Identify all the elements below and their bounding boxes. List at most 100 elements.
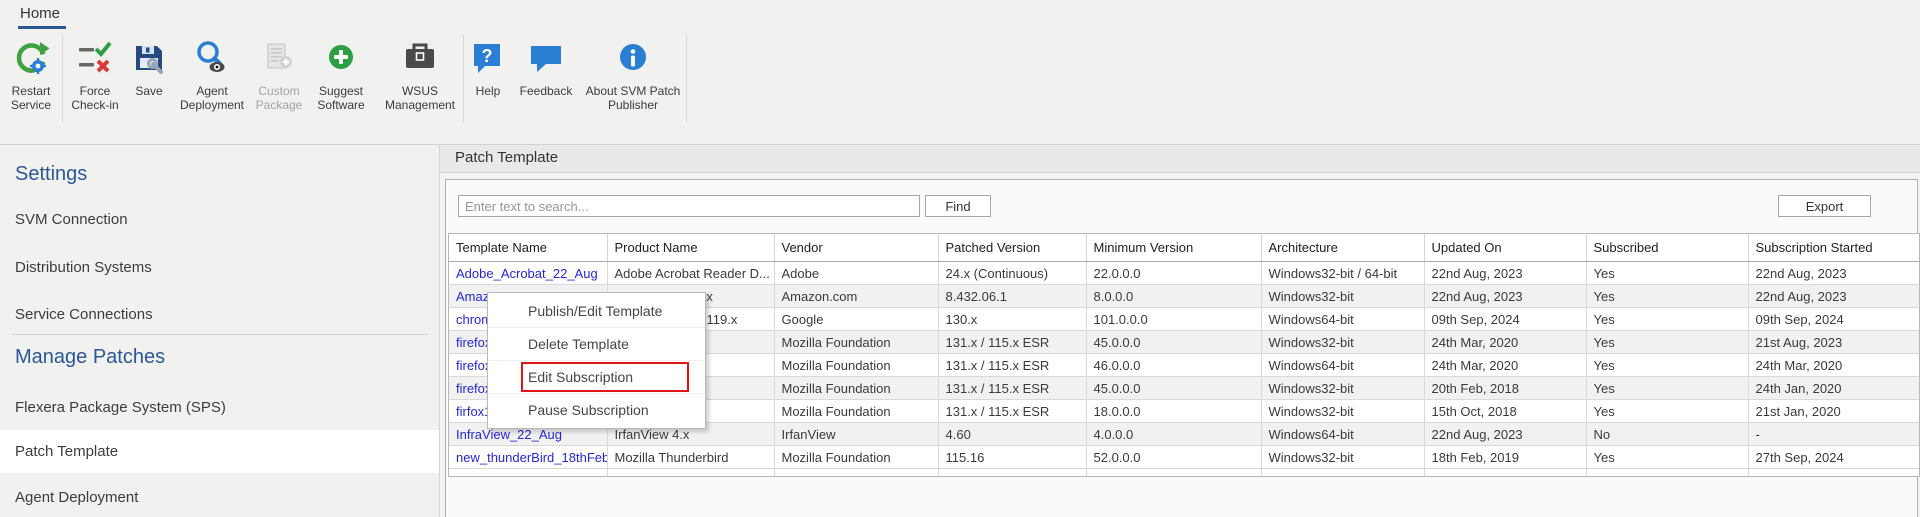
save-icon xyxy=(130,36,168,80)
table-cell: 22.0.0.0 xyxy=(1086,262,1261,285)
suggest-software-button[interactable]: Suggest Software xyxy=(305,30,377,136)
table-cell: Amazon.com xyxy=(774,285,938,308)
wsus-management-icon xyxy=(401,36,439,80)
custom-package-button: Custom Package xyxy=(253,30,305,136)
table-cell: 18.0.0.0 xyxy=(1086,400,1261,423)
context-menu-item-delete-template[interactable]: Delete Template xyxy=(488,327,705,360)
column-header[interactable]: Vendor xyxy=(774,234,938,262)
sidebar-divider xyxy=(12,334,428,335)
wsus-management-button[interactable]: WSUS Management xyxy=(377,30,463,136)
table-cell: 115.16 xyxy=(938,446,1086,469)
export-button[interactable]: Export xyxy=(1778,195,1871,217)
restart-service-icon xyxy=(12,36,50,80)
table-cell: 20th Feb, 2018 xyxy=(1424,377,1586,400)
save-button[interactable]: Save xyxy=(127,30,171,136)
help-label: Help xyxy=(476,84,501,98)
force-check-in-label: Force Check-in xyxy=(71,84,118,112)
table-row[interactable]: Adobe_Acrobat_22_Aug Adobe Acrobat Reader… xyxy=(449,262,1919,285)
table-cell: Mozilla Thunderbird xyxy=(607,446,774,469)
about-svm-patch-publisher-button[interactable]: About SVM Patch Publisher xyxy=(580,30,686,136)
table-cell: 131.x / 115.x ESR xyxy=(938,377,1086,400)
column-header[interactable]: Patched Version xyxy=(938,234,1086,262)
table-cell: 24th Jan, 2020 xyxy=(1748,377,1919,400)
table-cell: Windows32-bit xyxy=(1261,285,1424,308)
table-cell: Mozilla Foundation xyxy=(774,400,938,423)
save-label: Save xyxy=(135,84,162,98)
sidebar-item-patch-template[interactable]: Patch Template xyxy=(0,430,439,473)
about-svm-patch-publisher-label: About SVM Patch Publisher xyxy=(586,84,681,112)
wsus-management-label: WSUS Management xyxy=(385,84,455,112)
sidebar-item-service-connections[interactable]: Service Connections xyxy=(15,306,153,323)
table-cell xyxy=(449,469,607,477)
column-header[interactable]: Updated On xyxy=(1424,234,1586,262)
custom-package-icon xyxy=(260,36,298,80)
table-cell: 131.x / 115.x ESR xyxy=(938,331,1086,354)
tab-home[interactable]: Home xyxy=(20,5,60,22)
column-header[interactable]: Subscription Started xyxy=(1748,234,1919,262)
help-icon: ? xyxy=(469,36,507,80)
column-header[interactable]: Subscribed xyxy=(1586,234,1748,262)
table-cell: 46.0.0.0 xyxy=(1086,354,1261,377)
sidebar-item-distribution-systems[interactable]: Distribution Systems xyxy=(15,259,152,276)
restart-service-button[interactable]: Restart Service xyxy=(0,30,62,136)
search-input[interactable] xyxy=(458,195,920,217)
table-cell: 131.x / 115.x ESR xyxy=(938,354,1086,377)
table-cell: Windows64-bit xyxy=(1261,308,1424,331)
context-menu-item-edit-subscription[interactable]: Edit Subscription xyxy=(488,360,705,393)
agent-deployment-label: Agent Deployment xyxy=(180,84,244,112)
highlight-box xyxy=(521,362,689,392)
table-cell xyxy=(1086,469,1261,477)
table-cell: 8.0.0.0 xyxy=(1086,285,1261,308)
find-button[interactable]: Find xyxy=(925,195,991,217)
context-menu: Publish/Edit TemplateDelete TemplateEdit… xyxy=(487,292,706,429)
table-cell: 15th Oct, 2018 xyxy=(1424,400,1586,423)
table-header-row: Template NameProduct NameVendorPatched V… xyxy=(449,234,1919,262)
sidebar: Settings SVM Connection Distribution Sys… xyxy=(0,145,439,517)
table-cell: 131.x / 115.x ESR xyxy=(938,400,1086,423)
table-cell: Yes xyxy=(1586,308,1748,331)
table-cell: Windows32-bit xyxy=(1261,446,1424,469)
sidebar-item-agent-deployment[interactable]: Agent Deployment xyxy=(15,489,138,506)
table-cell: Yes xyxy=(1586,331,1748,354)
context-menu-item-publish-edit-template[interactable]: Publish/Edit Template xyxy=(488,295,705,327)
table-cell: Adobe Acrobat Reader D... xyxy=(607,262,774,285)
table-cell: 22nd Aug, 2023 xyxy=(1748,262,1919,285)
table-cell: - xyxy=(1748,423,1919,446)
column-header[interactable]: Minimum Version xyxy=(1086,234,1261,262)
table-cell: Windows64-bit xyxy=(1261,354,1424,377)
table-cell: Yes xyxy=(1586,262,1748,285)
table-row[interactable]: new_thunderBird_18thFebMozilla Thunderbi… xyxy=(449,446,1919,469)
column-header[interactable]: Product Name xyxy=(607,234,774,262)
template-name-link[interactable]: Adobe_Acrobat_22_Aug xyxy=(456,266,598,281)
table-cell: 22nd Aug, 2023 xyxy=(1424,423,1586,446)
table-cell: new_thunderBird_18thFeb xyxy=(449,446,607,469)
agent-deployment-button[interactable]: Agent Deployment xyxy=(171,30,253,136)
table-cell: 4.0.0.0 xyxy=(1086,423,1261,446)
ribbon-separator xyxy=(686,34,687,122)
table-cell: 45.0.0.0 xyxy=(1086,331,1261,354)
sidebar-item-flexera-package-system-sps[interactable]: Flexera Package System (SPS) xyxy=(15,399,226,416)
context-menu-item-pause-subscription[interactable]: Pause Subscription xyxy=(488,393,705,426)
help-button[interactable]: ? Help xyxy=(464,30,512,136)
table-cell: 52.0.0.0 xyxy=(1086,446,1261,469)
table-cell: 24.x (Continuous) xyxy=(938,262,1086,285)
table-cell: 130.x xyxy=(938,308,1086,331)
sidebar-item-svm-connection[interactable]: SVM Connection xyxy=(15,211,128,228)
suggest-software-label: Suggest Software xyxy=(317,84,364,112)
column-header[interactable]: Template Name xyxy=(449,234,607,262)
table-cell: 22nd Aug, 2023 xyxy=(1424,262,1586,285)
table-cell: No xyxy=(1586,423,1748,446)
feedback-button[interactable]: Feedback xyxy=(512,30,580,136)
template-name-link[interactable]: new_thunderBird_18thFeb xyxy=(456,450,607,465)
info-icon xyxy=(614,36,652,80)
column-header[interactable]: Architecture xyxy=(1261,234,1424,262)
force-check-in-button[interactable]: Force Check-in xyxy=(63,30,127,136)
force-check-in-icon xyxy=(76,36,114,80)
table-cell: Windows32-bit xyxy=(1261,400,1424,423)
restart-service-label: Restart Service xyxy=(11,84,51,112)
tab-home-underline xyxy=(18,26,66,29)
table-cell xyxy=(1586,469,1748,477)
table-cell xyxy=(607,469,774,477)
agent-deployment-icon xyxy=(193,36,231,80)
table-cell xyxy=(1748,469,1919,477)
